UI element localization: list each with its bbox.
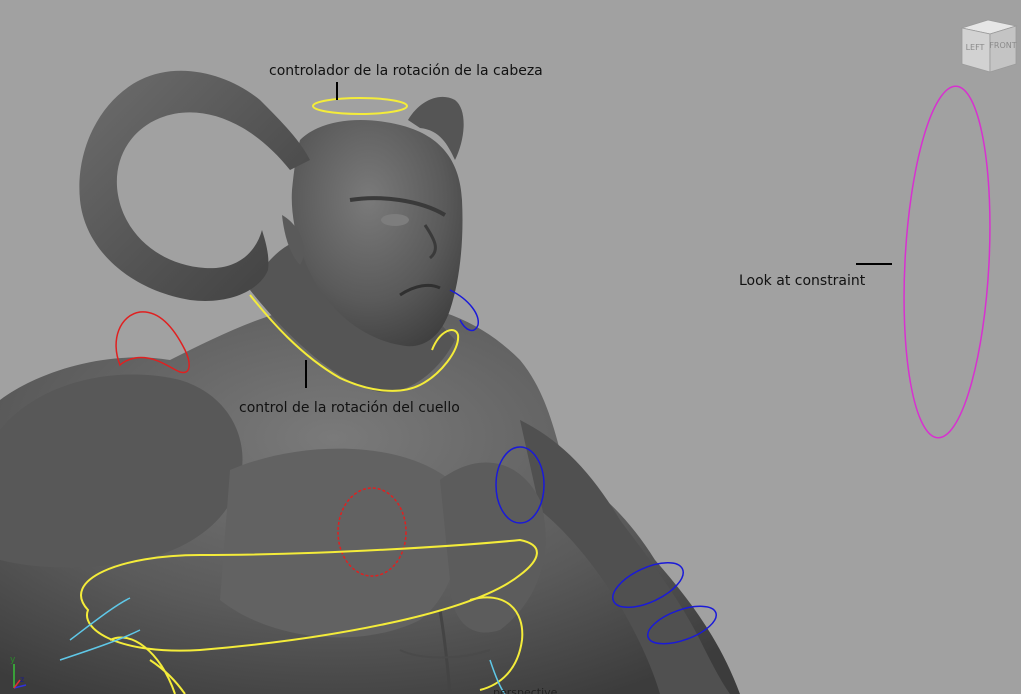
neck-annotation-leader xyxy=(305,360,307,388)
neck-rotation-annotation: control de la rotación del cuello xyxy=(239,400,460,416)
viewcube-front-label: FRONT xyxy=(989,41,1016,50)
lookat-annotation-leader xyxy=(856,263,892,265)
scene-3d[interactable] xyxy=(0,0,1021,694)
hud-label-partial: perspective xyxy=(493,686,558,694)
axis-y-label: y xyxy=(10,655,16,665)
look-at-locator[interactable] xyxy=(896,84,998,440)
head-annotation-leader xyxy=(336,82,338,100)
viewcube-left-label: LEFT xyxy=(966,43,985,52)
head-rotation-control[interactable] xyxy=(312,97,408,115)
axis-z-label: z xyxy=(20,675,24,684)
head-rotation-annotation: controlador de la rotación de la cabeza xyxy=(269,63,543,79)
view-cube[interactable]: LEFT FRONT xyxy=(958,16,1020,74)
look-at-annotation: Look at constraint xyxy=(739,273,866,289)
maya-viewport[interactable]: controlador de la rotación de la cabeza … xyxy=(0,0,1021,694)
axis-gizmo: y z xyxy=(10,655,27,689)
